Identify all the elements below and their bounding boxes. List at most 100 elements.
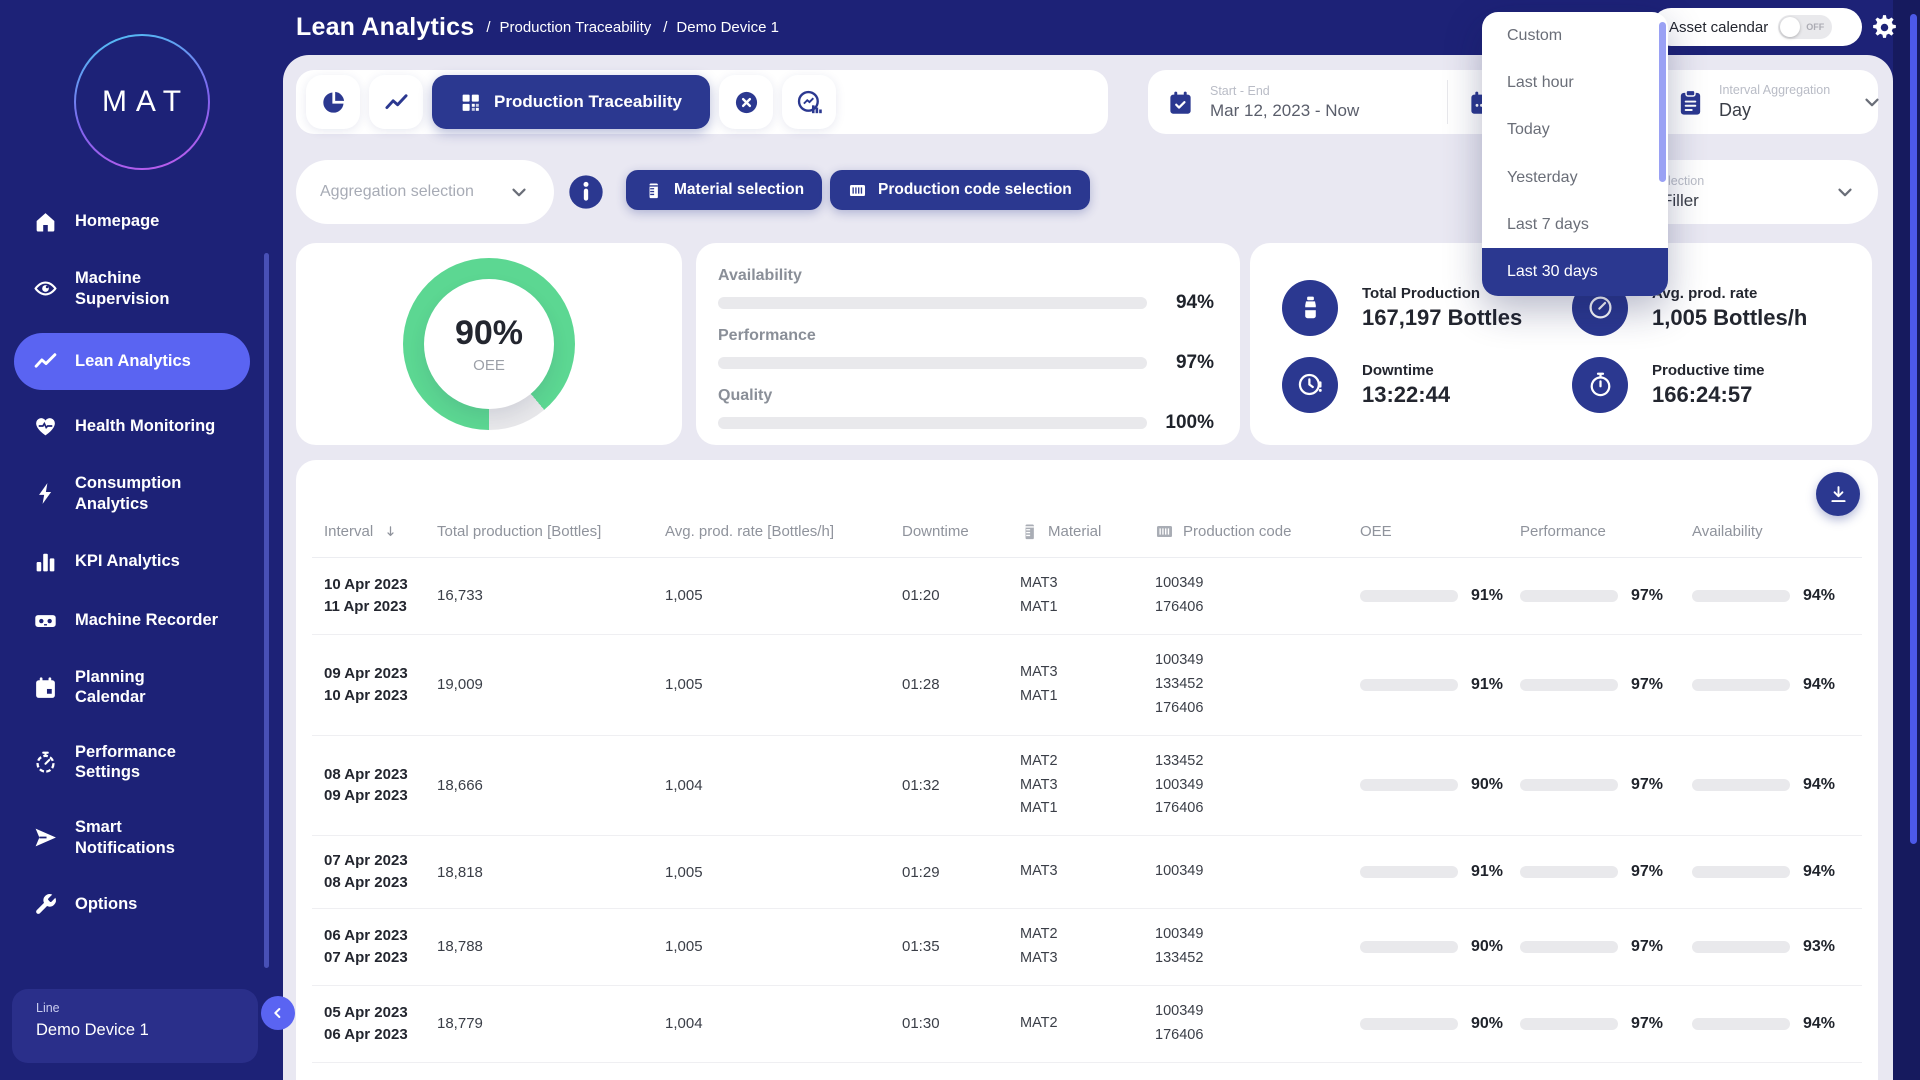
material-selection-label: Material selection [674,181,804,199]
sidebar-item-label: Machine Supervision [75,268,169,309]
calendar-check-icon [1167,89,1194,116]
dropdown-option-last-7-days[interactable]: Last 7 days [1482,201,1668,248]
column-header-total-production-bottles[interactable]: Total production [Bottles] [425,523,653,540]
cell-downtime: 01:29 [890,864,1008,881]
breadcrumb-device[interactable]: Demo Device 1 [663,19,779,36]
dropdown-option-yesterday[interactable]: Yesterday [1482,154,1668,201]
cell-production-codes: 100349133452176406 [1143,649,1348,721]
cell-performance: 97% [1508,938,1680,956]
kpi-bar-quality: Quality100% [718,387,1214,434]
column-header-interval[interactable]: Interval [312,523,425,540]
cell-interval: 09 Apr 202310 Apr 2023 [312,663,425,707]
sidebar-item-planning-calendar[interactable]: Planning Calendar [0,657,250,718]
aggregation-select[interactable]: Aggregation selection [296,160,554,224]
cell-avg-rate: 1,005 [653,676,890,693]
device-name: Demo Device 1 [36,1021,258,1040]
interval-date: 09 Apr 2023 [324,663,425,685]
interval-aggregation-select[interactable]: Interval Aggregation Day [1658,70,1883,134]
recorder-icon [33,608,58,633]
interval-date: 10 Apr 2023 [324,574,425,596]
cell-interval: 10 Apr 202311 Apr 2023 [312,574,425,618]
trend-view-button[interactable] [369,75,423,129]
progress-track [1520,941,1618,953]
material-value: MAT1 [1020,797,1143,821]
column-header-availability[interactable]: Availability [1680,523,1862,540]
dropdown-option-last-30-days[interactable]: Last 30 days [1482,248,1668,295]
progress-track [1520,590,1618,602]
device-type-label: Line [36,1001,258,1015]
sidebar-item-machine-supervision[interactable]: Machine Supervision [0,258,250,319]
bottle-icon [1282,280,1338,336]
sort-descending-icon[interactable] [382,523,399,540]
info-icon[interactable] [566,172,606,212]
kpi-bar-line: 94% [718,292,1214,314]
percent-value: 90% [1471,1015,1503,1033]
production-traceability-button[interactable]: Production Traceability [432,75,710,129]
pie-view-button[interactable] [306,75,360,129]
percent-value: 97% [1631,938,1663,956]
production-code-value: 100349 [1155,923,1348,947]
dropdown-scrollbar[interactable] [1659,22,1666,182]
cell-avg-rate: 1,004 [653,1015,890,1032]
time-period-dropdown: CustomLast hourTodayYesterdayLast 7 days… [1482,12,1668,296]
sidebar-item-kpi-analytics[interactable]: KPI Analytics [0,539,250,584]
toggle-state-label: OFF [1806,22,1824,32]
column-header-downtime[interactable]: Downtime [890,523,1008,540]
percent-value: 93% [1803,938,1835,956]
clear-view-button[interactable] [719,75,773,129]
dropdown-option-last-hour[interactable]: Last hour [1482,59,1668,106]
column-header-material[interactable]: Material [1008,522,1143,541]
sidebar: MAT HomepageMachine SupervisionLean Anal… [0,0,283,1080]
kpi-bars-icon [33,549,58,574]
material-selection-button[interactable]: Material selection [626,170,822,210]
sidebar-item-consumption-analytics[interactable]: Consumption Analytics [0,463,250,524]
report-view-button[interactable] [782,75,836,129]
sidebar-item-label: Health Monitoring [75,416,215,437]
sidebar-item-machine-recorder[interactable]: Machine Recorder [0,598,250,643]
cell-total-production: 18,818 [425,864,653,881]
cell-performance: 97% [1508,863,1680,881]
column-header-label: Downtime [902,523,969,540]
download-button[interactable] [1816,472,1860,516]
sidebar-item-smart-notifications[interactable]: Smart Notifications [0,807,250,868]
sidebar-item-lean-analytics[interactable]: Lean Analytics [14,333,250,390]
clipboard-icon [1676,88,1705,117]
date-range-picker[interactable]: Start - End Mar 12, 2023 - Now [1148,84,1359,121]
interval-date: 11 Apr 2023 [324,596,425,618]
device-card[interactable]: Line Demo Device 1 [12,989,258,1063]
column-header-label: Material [1048,523,1101,540]
table-body: 10 Apr 202311 Apr 202316,7331,00501:20MA… [312,558,1862,1063]
sidebar-collapse-button[interactable] [261,996,295,1030]
breadcrumb-section[interactable]: Production Traceability [486,19,651,36]
column-header-avg-prod-rate-bottles-h[interactable]: Avg. prod. rate [Bottles/h] [653,523,890,540]
sidebar-item-health-monitoring[interactable]: Health Monitoring [0,404,250,449]
stat-value: 167,197 Bottles [1362,305,1522,331]
home-icon [33,209,58,234]
sidebar-item-label: Consumption Analytics [75,473,181,514]
dropdown-option-custom[interactable]: Custom [1482,12,1668,59]
column-header-oee[interactable]: OEE [1348,523,1508,540]
cell-materials: MAT3MAT1 [1008,572,1143,620]
clock-alert-icon [1282,357,1338,413]
cell-production-codes: 100349176406 [1143,572,1348,620]
table-row: 06 Apr 202307 Apr 202318,7881,00501:35MA… [312,909,1862,986]
dropdown-option-today[interactable]: Today [1482,107,1668,154]
sidebar-scrollbar[interactable] [264,253,269,968]
cell-avg-rate: 1,005 [653,864,890,881]
percent-value: 97% [1631,676,1663,694]
asset-calendar-toggle[interactable]: OFF [1778,15,1832,39]
sidebar-item-performance-settings[interactable]: Performance Settings [0,732,250,793]
column-header-production-code[interactable]: Production code [1143,522,1348,541]
sidebar-item-options[interactable]: Options [0,882,250,927]
page-scrollbar[interactable] [1910,14,1917,844]
production-code-value: 100349 [1155,1000,1348,1024]
percent-value: 94% [1803,863,1835,881]
settings-gear-icon[interactable] [1870,13,1899,42]
sidebar-item-homepage[interactable]: Homepage [0,199,250,244]
column-header-label: Performance [1520,523,1606,540]
production-code-selection-button[interactable]: Production code selection [830,170,1090,210]
percent-value: 94% [1803,1015,1835,1033]
interval-date: 08 Apr 2023 [324,872,425,894]
cell-materials: MAT2 [1008,1012,1143,1036]
column-header-performance[interactable]: Performance [1508,523,1680,540]
